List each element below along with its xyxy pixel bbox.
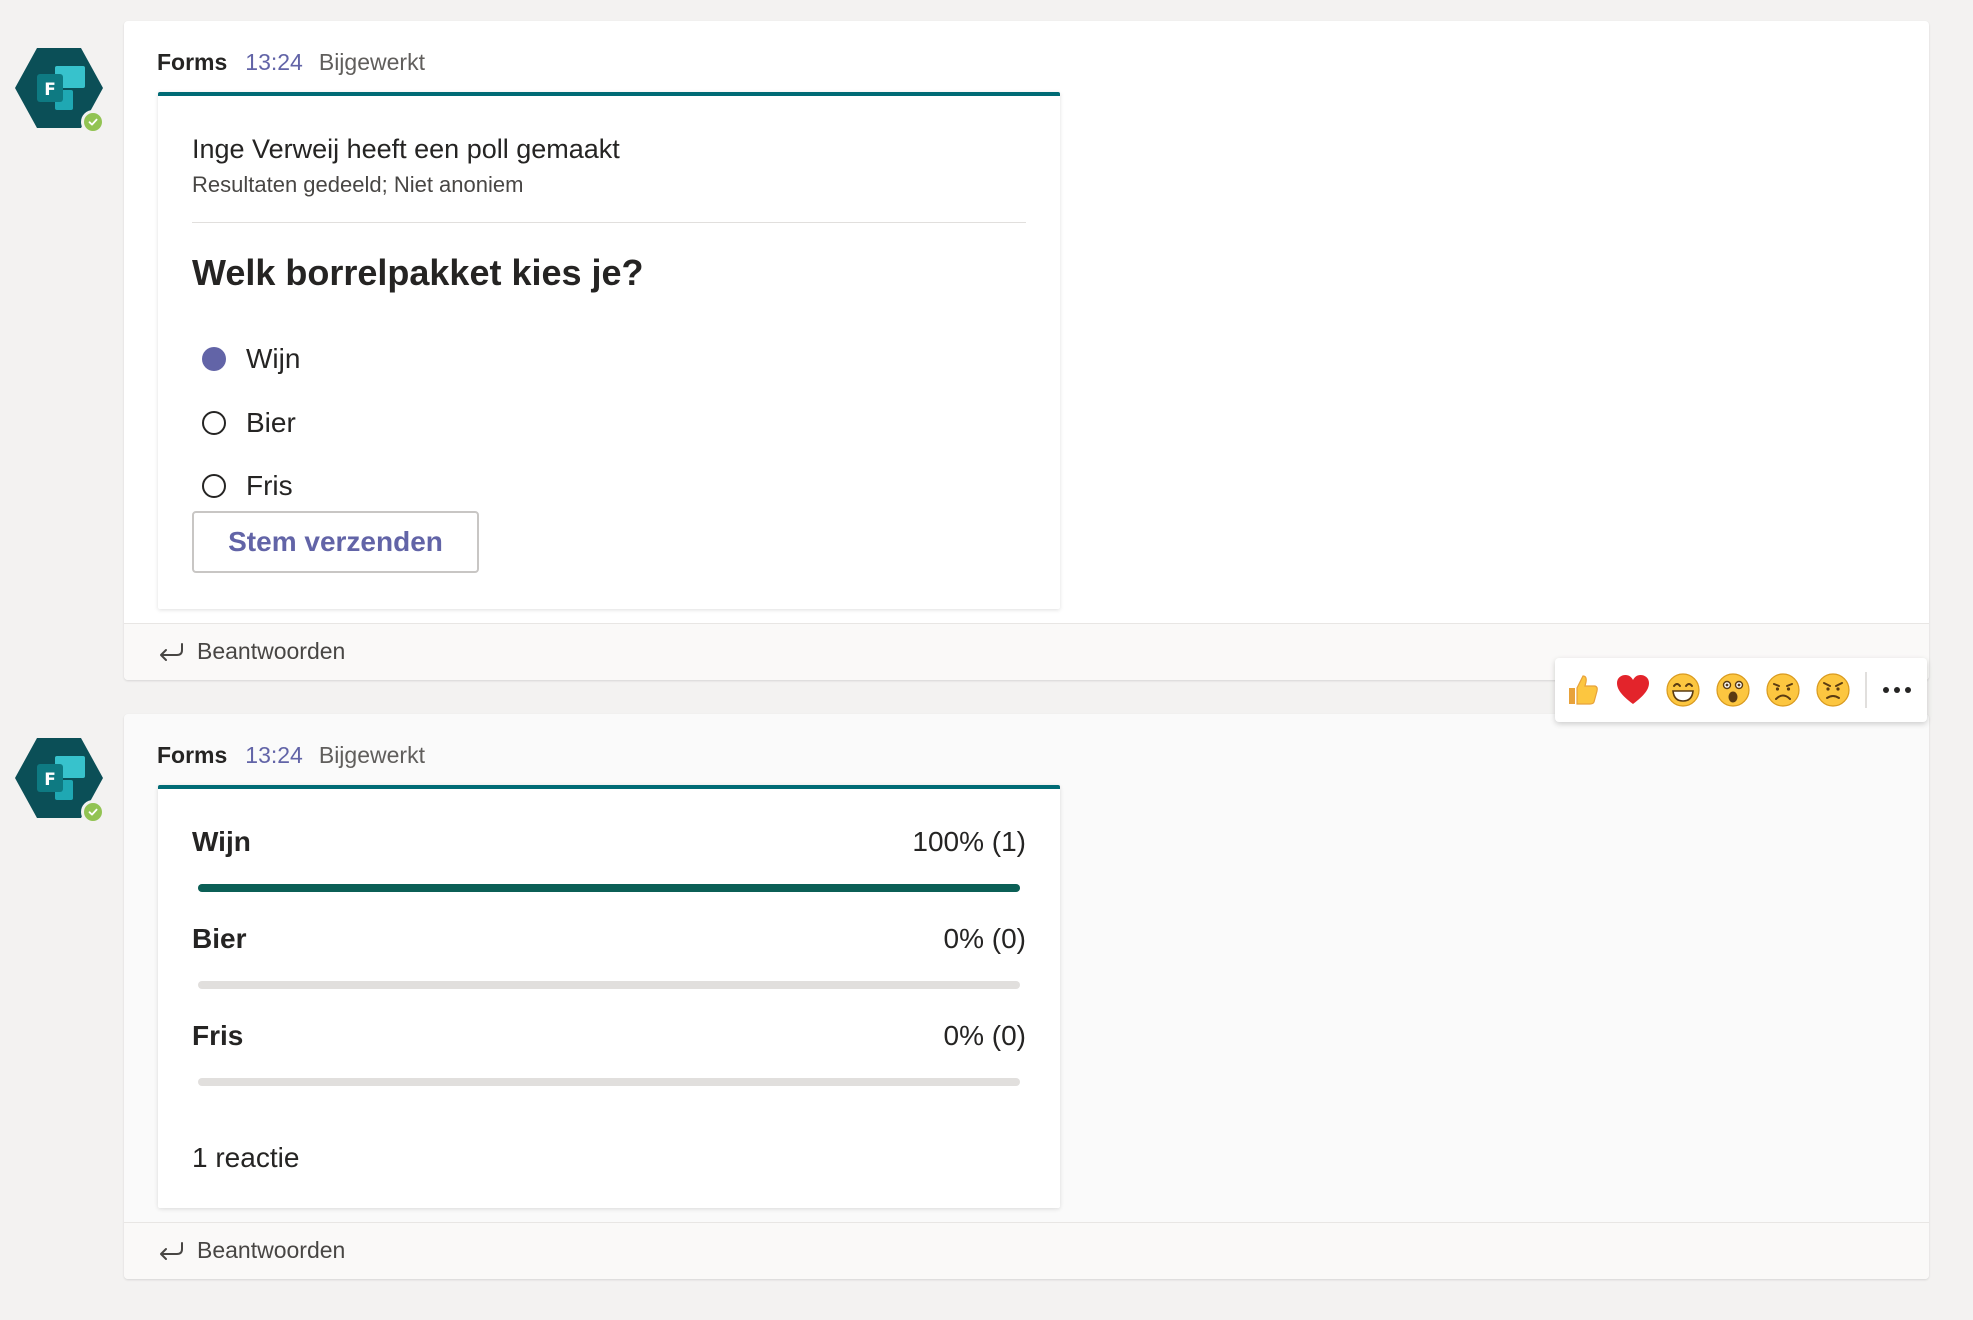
poll-option-fris[interactable]: Fris bbox=[202, 466, 293, 506]
poll-option-bier[interactable]: Bier bbox=[202, 403, 296, 443]
reply-arrow-icon bbox=[157, 1240, 185, 1267]
radio-selected-icon[interactable] bbox=[202, 347, 226, 371]
forms-avatar[interactable]: F bbox=[15, 734, 105, 824]
option-label: Bier bbox=[246, 407, 296, 438]
result-bar bbox=[198, 1078, 1020, 1086]
sender-name[interactable]: Forms bbox=[157, 49, 227, 75]
surprised-icon[interactable] bbox=[1715, 672, 1751, 708]
result-value: 0% (0) bbox=[943, 923, 1026, 954]
result-value: 100% (1) bbox=[912, 826, 1026, 857]
reply-bar[interactable]: Beantwoorden bbox=[124, 1222, 1929, 1279]
message-time: 13:24 bbox=[245, 742, 303, 768]
edited-label: Bijgewerkt bbox=[318, 742, 425, 768]
divider bbox=[192, 222, 1026, 223]
forms-avatar[interactable]: F bbox=[15, 44, 105, 134]
poll-creator: Inge Verweij heeft een poll gemaakt bbox=[192, 134, 620, 164]
result-bar bbox=[198, 981, 1020, 989]
option-label: Wijn bbox=[246, 343, 301, 374]
result-row-fris: Fris 0% (0) bbox=[192, 1020, 1026, 1060]
message-time: 13:24 bbox=[245, 49, 303, 75]
poll-option-wijn[interactable]: Wijn bbox=[202, 339, 300, 379]
radio-unselected-icon[interactable] bbox=[202, 474, 226, 498]
response-count: 1 reactie bbox=[192, 1142, 300, 1173]
radio-unselected-icon[interactable] bbox=[202, 411, 226, 435]
message-header: Forms 13:24 Bijgewerkt bbox=[157, 49, 425, 76]
presence-available-icon bbox=[81, 110, 105, 134]
result-bar-fill bbox=[198, 884, 1020, 892]
result-row-wijn: Wijn 100% (1) bbox=[192, 826, 1026, 866]
message-card-poll: Forms 13:24 Bijgewerkt Inge Verweij heeft … bbox=[124, 21, 1929, 680]
sender-name[interactable]: Forms bbox=[157, 742, 227, 768]
submit-vote-button[interactable]: Stem verzenden bbox=[192, 511, 479, 573]
edited-label: Bijgewerkt bbox=[318, 49, 425, 75]
reply-label[interactable]: Beantwoorden bbox=[197, 1237, 345, 1264]
svg-text:F: F bbox=[44, 770, 56, 790]
like-icon[interactable] bbox=[1565, 672, 1601, 708]
result-label: Fris bbox=[192, 1020, 244, 1051]
message-card-results: Forms 13:24 Bijgewerkt Wijn 100% (1) Bier … bbox=[124, 714, 1929, 1279]
heart-icon[interactable] bbox=[1615, 672, 1651, 708]
result-label: Bier bbox=[192, 923, 247, 954]
message-header: Forms 13:24 Bijgewerkt bbox=[157, 742, 425, 769]
laugh-icon[interactable] bbox=[1665, 672, 1701, 708]
reply-label[interactable]: Beantwoorden bbox=[197, 638, 345, 665]
presence-available-icon bbox=[81, 800, 105, 824]
result-label: Wijn bbox=[192, 826, 251, 857]
poll-settings: Resultaten gedeeld; Niet anoniem bbox=[192, 172, 524, 197]
poll-card: Inge Verweij heeft een poll gemaakt Resu… bbox=[158, 92, 1060, 609]
reply-arrow-icon bbox=[157, 641, 185, 668]
option-label: Fris bbox=[246, 470, 293, 501]
result-bar bbox=[198, 884, 1020, 892]
angry-icon[interactable] bbox=[1815, 672, 1851, 708]
svg-text:F: F bbox=[44, 80, 56, 100]
more-options-icon[interactable] bbox=[1877, 672, 1917, 708]
reaction-toolbar bbox=[1555, 658, 1927, 722]
sad-icon[interactable] bbox=[1765, 672, 1801, 708]
poll-question: Welk borrelpakket kies je? bbox=[192, 252, 644, 293]
poll-results-card: Wijn 100% (1) Bier 0% (0) Fris 0% (0) 1 … bbox=[158, 785, 1060, 1208]
result-row-bier: Bier 0% (0) bbox=[192, 923, 1026, 963]
result-value: 0% (0) bbox=[943, 1020, 1026, 1051]
divider bbox=[1865, 672, 1867, 708]
